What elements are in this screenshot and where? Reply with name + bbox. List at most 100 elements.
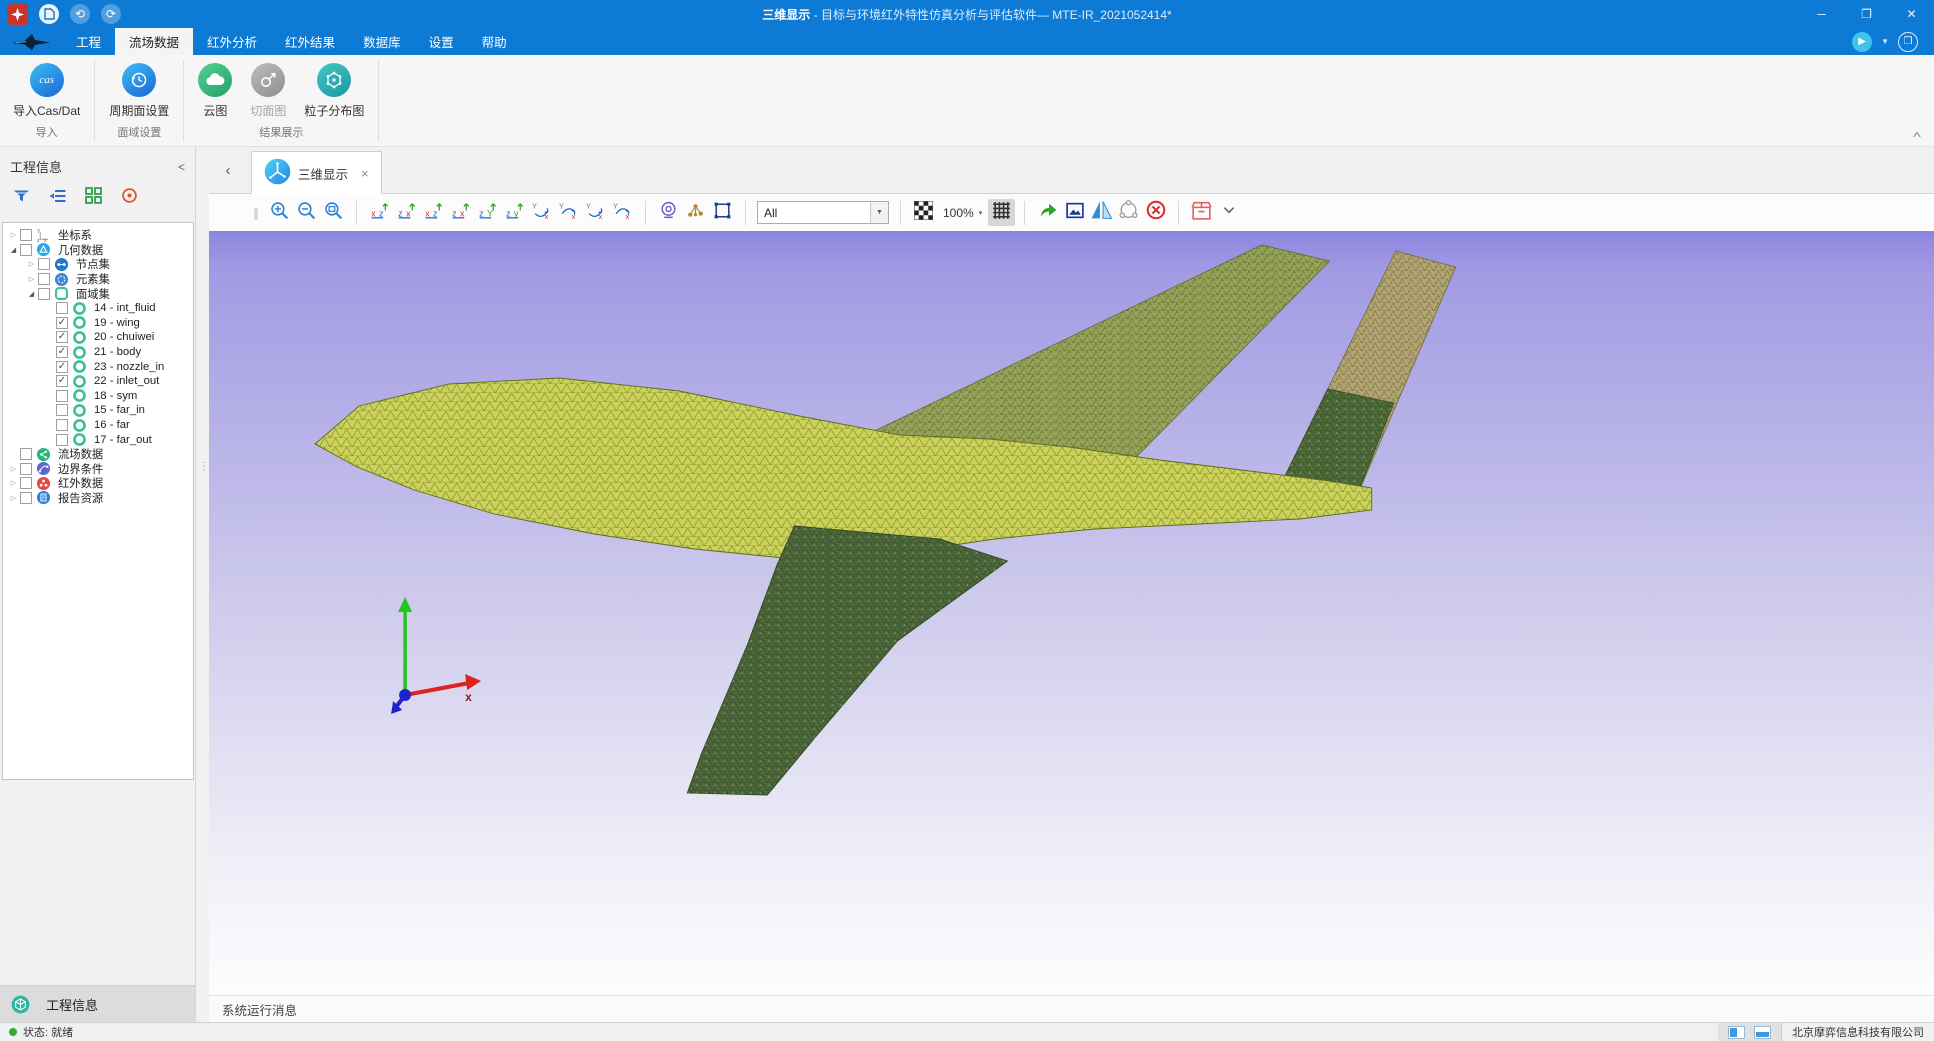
tree-item-label[interactable]: 报告资源 [58, 490, 103, 506]
viewport-canvas[interactable]: x [209, 231, 1934, 995]
tree-item[interactable]: ✓23 - nozzle_in [3, 359, 193, 374]
tree-item-label[interactable]: 21 - body [94, 346, 141, 358]
menu-item-infrared-analysis[interactable]: 红外分析 [193, 28, 271, 55]
redo-icon[interactable]: ⟳ [101, 4, 121, 24]
tree-item-label[interactable]: 16 - far [94, 419, 130, 431]
tree-item[interactable]: 14 - int_fluid [3, 301, 193, 316]
chevron-down-icon[interactable]: ▾ [979, 209, 983, 217]
rotate-down-button[interactable]: Yx [582, 199, 609, 226]
help-book-icon[interactable]: ❒ [1898, 32, 1918, 52]
grid-view-icon[interactable] [84, 187, 103, 204]
tab-3d-view[interactable]: 三维显示 × [251, 151, 382, 194]
tree-checkbox[interactable]: ✓ [56, 375, 68, 387]
tree-item-label[interactable]: 17 - far_out [94, 434, 152, 446]
tree-item-label[interactable]: 红外数据 [58, 475, 103, 491]
tree-checkbox[interactable] [20, 463, 32, 475]
tree-item-label[interactable]: 边界条件 [58, 461, 103, 477]
tree-item-label[interactable]: 节点集 [76, 256, 110, 272]
tree-expand-arrow[interactable]: ▷ [25, 260, 38, 268]
tree-checkbox[interactable] [38, 258, 50, 270]
tree-expand-arrow[interactable]: ▷ [7, 494, 20, 502]
tree-item-label[interactable]: 22 - inlet_out [94, 375, 159, 387]
tree-expand-arrow[interactable]: ▷ [7, 231, 20, 239]
display-filter-combobox[interactable]: All ▼ [757, 201, 889, 224]
tree-expand-arrow[interactable]: ▷ [25, 275, 38, 283]
view-top-button[interactable]: zY [474, 199, 501, 226]
tree-item-label[interactable]: 流场数据 [58, 446, 103, 462]
tree-item[interactable]: ▷ 红外数据 [3, 476, 193, 491]
tree-item[interactable]: ◢ 面域集 [3, 286, 193, 301]
tree-item-label[interactable]: 元素集 [76, 271, 110, 287]
restore-button[interactable]: ❐ [1844, 0, 1889, 28]
cloud-display-button[interactable] [1115, 199, 1142, 226]
tree-checkbox[interactable] [56, 390, 68, 402]
tree-item-label[interactable]: 15 - far_in [94, 404, 145, 416]
locate-target-icon[interactable] [120, 187, 139, 204]
mirror-button[interactable] [1088, 199, 1115, 226]
tree-item[interactable]: ✓20 - chuiwei [3, 330, 193, 345]
tree-checkbox[interactable] [20, 448, 32, 460]
tree-item-label[interactable]: 坐标系 [58, 227, 92, 243]
new-document-icon[interactable] [39, 4, 59, 24]
tree-checkbox[interactable] [56, 404, 68, 416]
tab-close-icon[interactable]: × [361, 166, 369, 181]
rotate-up-button[interactable]: Yx [609, 199, 636, 226]
transparency-button[interactable] [910, 199, 937, 226]
rotate-right-button[interactable]: Yx [555, 199, 582, 226]
menu-item-database[interactable]: 数据库 [349, 28, 415, 55]
tree-checkbox[interactable] [56, 419, 68, 431]
mesh-display-button[interactable] [988, 199, 1015, 226]
tree-checkbox[interactable] [56, 434, 68, 446]
more-options-button[interactable] [1215, 199, 1242, 226]
tree-checkbox[interactable] [38, 273, 50, 285]
chevron-down-icon[interactable]: ▼ [1881, 37, 1889, 46]
tree-checkbox[interactable]: ✓ [56, 331, 68, 343]
ribbon-button-import-cas-dat[interactable]: cas 导入Cas/Dat [4, 63, 89, 119]
tree-item[interactable]: ▷ 报告资源 [3, 491, 193, 506]
view-front-button[interactable]: xz [366, 199, 393, 226]
undo-icon[interactable]: ⟲ [70, 4, 90, 24]
tree-checkbox[interactable] [20, 477, 32, 489]
tree-item[interactable]: 16 - far [3, 418, 193, 433]
tree-item[interactable]: ✓ 22 - inlet_out [3, 374, 193, 389]
ribbon-collapse-icon[interactable]: ˄ [1912, 130, 1921, 141]
app-logo-icon[interactable] [7, 4, 28, 25]
tree-expand-arrow[interactable]: ◢ [25, 290, 38, 298]
tree-item-label[interactable]: 18 - sym [94, 390, 137, 402]
filter-icon[interactable] [12, 187, 31, 204]
tree-item[interactable]: ▷ 边界条件 [3, 462, 193, 477]
export-view-button[interactable] [1034, 199, 1061, 226]
splitter-handle[interactable]: ⋮ [199, 465, 209, 469]
tree-item[interactable]: 17 - far_out [3, 432, 193, 447]
ribbon-button-slice-map[interactable]: 切面图 [241, 63, 295, 119]
tree-item[interactable]: 15 - far_in [3, 403, 193, 418]
clear-result-button[interactable] [1142, 199, 1169, 226]
zoom-level-select[interactable]: 100% ▾ [943, 206, 982, 220]
tree-expand-arrow[interactable]: ▷ [7, 465, 20, 473]
snapshot-button[interactable] [1061, 199, 1088, 226]
zoom-fit-button[interactable] [320, 199, 347, 226]
tree-item-label[interactable]: 23 - nozzle_in [94, 361, 164, 373]
tree-item[interactable]: ✓19 - wing [3, 316, 193, 331]
package-button[interactable] [1188, 199, 1215, 226]
tree-checkbox[interactable] [56, 302, 68, 314]
tree-item[interactable]: 18 - sym [3, 389, 193, 404]
tree-checkbox[interactable] [20, 229, 32, 241]
tab-scroll-left-icon[interactable]: ‹ [217, 162, 239, 179]
tree-expand-arrow[interactable]: ◢ [7, 246, 20, 254]
tree-item-label[interactable]: 面域集 [76, 286, 110, 302]
tree-item[interactable]: 流场数据 [3, 447, 193, 462]
panel-collapse-button[interactable]: < [178, 160, 185, 174]
tree-item-label[interactable]: 19 - wing [94, 317, 140, 329]
panel-bottom-layout-icon[interactable] [1754, 1026, 1771, 1039]
tree-checkbox[interactable] [20, 244, 32, 256]
ribbon-button-particle-distribution-map[interactable]: 粒子分布图 [295, 63, 373, 119]
panel-footer-tab[interactable]: 工程信息 [0, 985, 195, 1022]
tree-item[interactable]: ▷Yzx坐标系 [3, 228, 193, 243]
minimize-button[interactable]: ─ [1799, 0, 1844, 28]
menu-item-infrared-result[interactable]: 红外结果 [271, 28, 349, 55]
tree-item[interactable]: ▷ 元素集 [3, 272, 193, 287]
tree-item[interactable]: ✓21 - body [3, 345, 193, 360]
tree-expand-arrow[interactable]: ▷ [7, 479, 20, 487]
combobox-dropdown-icon[interactable]: ▼ [870, 202, 888, 223]
